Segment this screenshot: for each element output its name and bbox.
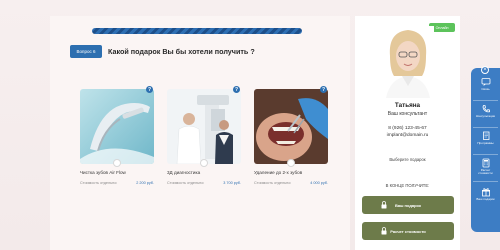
card-name-2: 3Д диагностика [167, 170, 201, 175]
rail-divider [473, 181, 498, 182]
rail-close-icon[interactable]: × [481, 66, 489, 74]
option-card-extraction[interactable] [254, 89, 328, 164]
tooth-extraction-image [254, 89, 328, 164]
cost-calculation-button[interactable]: Расчет стоимости [362, 222, 454, 240]
chat-icon [481, 78, 490, 86]
card-price-1: 2 200 руб. [136, 181, 154, 185]
gift-icon [481, 188, 490, 197]
card-price-label-2: Стоимость отдельно: [167, 181, 205, 185]
phone-icon [482, 105, 490, 113]
quiz-progress-bar [92, 28, 302, 34]
option-card-airflow[interactable] [80, 89, 154, 164]
rail-item-consultation[interactable]: Консультация [473, 101, 498, 127]
question-number-badge: Вопрос 6 [70, 45, 102, 58]
cost-calculation-label: Расчет стоимости [390, 228, 426, 234]
consultant-role: Ваш консультант [387, 111, 428, 117]
3d-diagnostics-image [167, 89, 241, 164]
rail-label-consultation: Консультация [475, 114, 496, 118]
rail-item-calculation[interactable]: Расчет стоимости [473, 155, 498, 181]
card-radio-1[interactable] [113, 159, 121, 167]
consultant-photo [382, 26, 434, 98]
card-price-2: 3 700 руб. [223, 181, 241, 185]
consultant-name: Татьяна [394, 102, 421, 109]
rail-item-connect[interactable]: Связь [473, 74, 498, 100]
card-price-label-3: Стоимость отдельно: [254, 181, 292, 185]
rail-item-gift[interactable]: Ваш подарок [473, 184, 498, 210]
your-gift-label: Ваш подарок [394, 202, 422, 208]
question-title: Какой подарок Вы бы хотели получить ? [108, 47, 255, 56]
card-radio-2[interactable] [200, 159, 208, 167]
consultant-email[interactable]: implant@domain.ru [355, 133, 460, 138]
card-help-icon-2[interactable]: ? [233, 86, 240, 93]
rail-label-connect: Связь [481, 87, 490, 91]
option-card-3d[interactable] [167, 89, 241, 164]
card-help-icon-1[interactable]: ? [146, 86, 153, 93]
card-name-1: Чистка зубов Air Flow [80, 170, 126, 175]
card-price-label-1: Стоимость отдельно: [80, 181, 118, 185]
document-icon [482, 131, 489, 140]
card-radio-3[interactable] [287, 159, 295, 167]
your-gift-button[interactable]: Ваш подарок [362, 196, 454, 214]
rail-label-programs: Программы [477, 141, 494, 145]
rail-label-gift: Ваш подарок [476, 197, 495, 201]
card-name-3: Удаление до 2-х зубов [254, 170, 303, 175]
airflow-image [80, 89, 154, 164]
rail-label-calculation: Расчет стоимости [478, 168, 493, 176]
card-help-icon-3[interactable]: ? [320, 86, 327, 93]
consultant-phone[interactable]: 8 (926) 123-45-67 [355, 126, 460, 131]
calculator-icon [482, 158, 489, 168]
choose-gift-hint: Выберите подарок [389, 157, 426, 162]
end-result-title: В КОНЦЕ ПОЛУЧИТЕ: [385, 183, 430, 188]
rail-item-programs[interactable]: Программы [473, 128, 498, 154]
card-price-3: 4 000 руб. [310, 181, 328, 185]
